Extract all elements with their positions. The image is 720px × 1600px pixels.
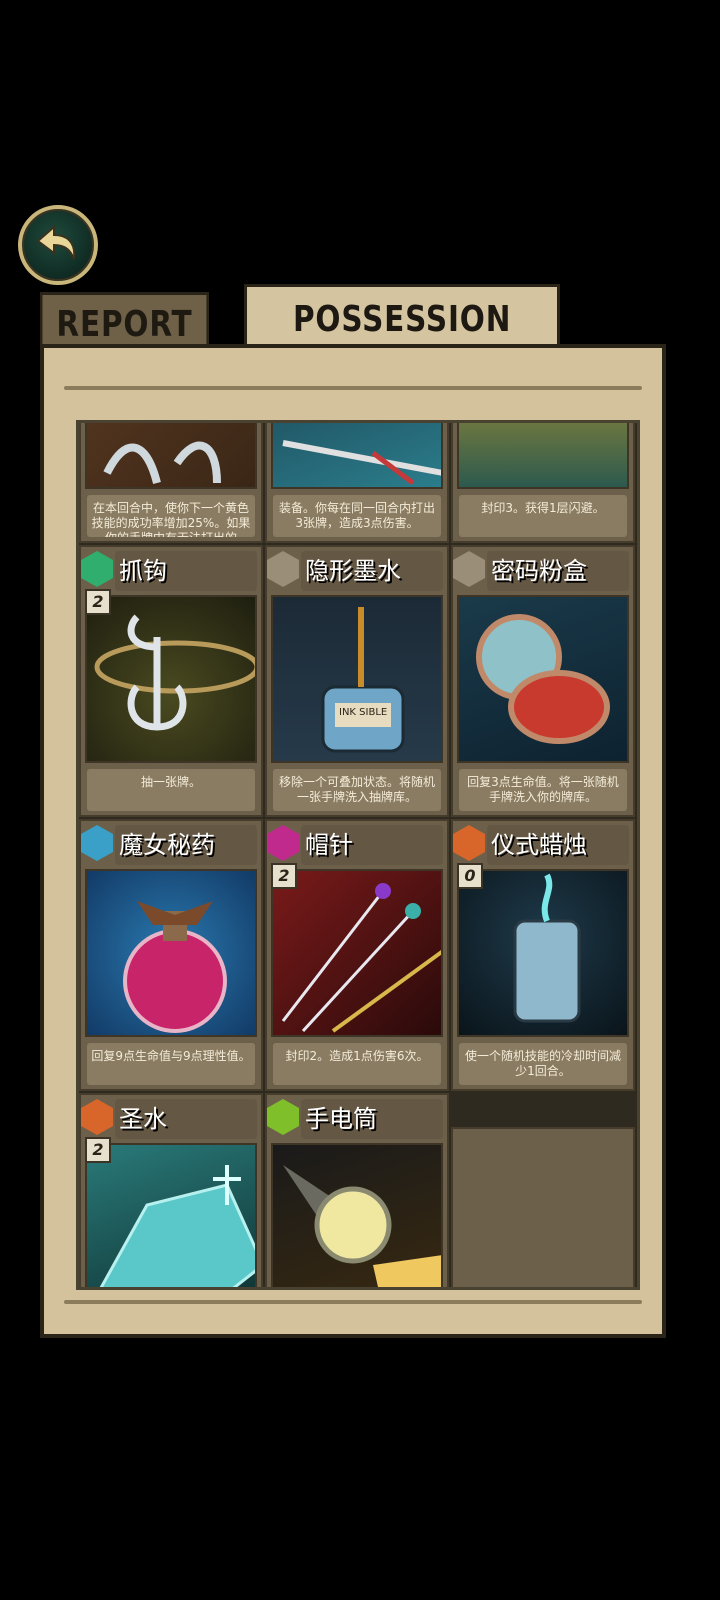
card-cost: 2 bbox=[85, 1137, 111, 1163]
card-description: 装备。你每在同一回合内打出3张牌，造成3点伤害。 bbox=[273, 495, 441, 537]
card-title: 隐形墨水 bbox=[301, 551, 443, 591]
card-description: 回复3点生命值。将一张随机手牌洗入你的牌库。 bbox=[459, 769, 627, 811]
back-arrow-icon bbox=[36, 224, 76, 260]
card-witch-potion[interactable]: 魔女秘药 回复9点生命值与9点理性值。 bbox=[79, 819, 263, 1091]
bottom-ornament bbox=[64, 1300, 642, 1304]
top-ornament bbox=[64, 386, 642, 390]
card-title: 圣水 bbox=[115, 1099, 257, 1139]
card-hatpin[interactable]: 帽针 2 封印2。造成1点伤害6次。 bbox=[265, 819, 449, 1091]
witch-potion-art bbox=[85, 869, 257, 1037]
card-art bbox=[457, 423, 629, 489]
hatpin-art bbox=[271, 869, 443, 1037]
card-art bbox=[271, 423, 443, 489]
card-title: 仪式蜡烛 bbox=[487, 825, 629, 865]
gray-gem-icon bbox=[267, 551, 299, 587]
card-grappling-hook[interactable]: 抓钩 2 抽一张牌。 bbox=[79, 545, 263, 817]
card-cost: 2 bbox=[85, 589, 111, 615]
invisible-ink-art: INK SIBLE bbox=[271, 595, 443, 763]
flashlight-art bbox=[271, 1143, 443, 1287]
empty-card-slot bbox=[451, 1127, 635, 1287]
back-button[interactable] bbox=[18, 205, 98, 285]
holy-water-art bbox=[85, 1143, 257, 1287]
gray-gem-icon bbox=[453, 551, 485, 587]
card-top-3[interactable]: 封印3。获得1层闪避。 bbox=[451, 423, 635, 543]
card-title: 手电筒 bbox=[301, 1099, 443, 1139]
card-invisible-ink[interactable]: INK SIBLE 隐形墨水 移除一个可叠加状态。将随机一张手牌洗入抽牌库。 bbox=[265, 545, 449, 817]
card-title: 密码粉盒 bbox=[487, 551, 629, 591]
card-title: 抓钩 bbox=[115, 551, 257, 591]
ritual-candle-art bbox=[457, 869, 629, 1037]
card-cost: 0 bbox=[457, 863, 483, 889]
card-top-2[interactable]: 装备。你每在同一回合内打出3张牌，造成3点伤害。 bbox=[265, 423, 449, 543]
card-art bbox=[85, 423, 257, 489]
magenta-gem-icon bbox=[267, 825, 299, 861]
lime-gem-icon bbox=[267, 1099, 299, 1135]
card-description: 抽一张牌。 bbox=[87, 769, 255, 811]
grappling-hook-art bbox=[85, 595, 257, 763]
card-holy-water[interactable]: 圣水 2 bbox=[79, 1093, 263, 1287]
card-flashlight[interactable]: 手电筒 bbox=[265, 1093, 449, 1287]
ink-label: INK SIBLE bbox=[339, 707, 388, 718]
card-description: 在本回合中，使你下一个黄色技能的成功率增加25%。如果你的手牌中有无法打出的 bbox=[87, 495, 255, 537]
card-top-1[interactable]: 在本回合中，使你下一个黄色技能的成功率增加25%。如果你的手牌中有无法打出的 bbox=[79, 423, 263, 543]
card-title: 帽针 bbox=[301, 825, 443, 865]
tab-report[interactable]: REPORT bbox=[40, 292, 209, 351]
card-cost: 2 bbox=[271, 863, 297, 889]
card-title: 魔女秘药 bbox=[115, 825, 257, 865]
green-gem-icon bbox=[81, 551, 113, 587]
cipher-compact-art bbox=[457, 595, 629, 763]
card-cipher-compact[interactable]: 密码粉盒 回复3点生命值。将一张随机手牌洗入你的牌库。 bbox=[451, 545, 635, 817]
card-description: 封印3。获得1层闪避。 bbox=[459, 495, 627, 537]
card-description: 回复9点生命值与9点理性值。 bbox=[87, 1043, 255, 1085]
card-grid[interactable]: 在本回合中，使你下一个黄色技能的成功率增加25%。如果你的手牌中有无法打出的 装… bbox=[76, 420, 640, 1290]
card-description: 移除一个可叠加状态。将随机一张手牌洗入抽牌库。 bbox=[273, 769, 441, 811]
card-ritual-candle[interactable]: 仪式蜡烛 0 使一个随机技能的冷却时间减少1回合。 bbox=[451, 819, 635, 1091]
orange-gem-icon bbox=[81, 1099, 113, 1135]
blue-gem-icon bbox=[81, 825, 113, 861]
orange-gem-icon bbox=[453, 825, 485, 861]
card-description: 使一个随机技能的冷却时间减少1回合。 bbox=[459, 1043, 627, 1085]
card-description: 封印2。造成1点伤害6次。 bbox=[273, 1043, 441, 1085]
possession-panel: 在本回合中，使你下一个黄色技能的成功率增加25%。如果你的手牌中有无法打出的 装… bbox=[40, 344, 666, 1338]
